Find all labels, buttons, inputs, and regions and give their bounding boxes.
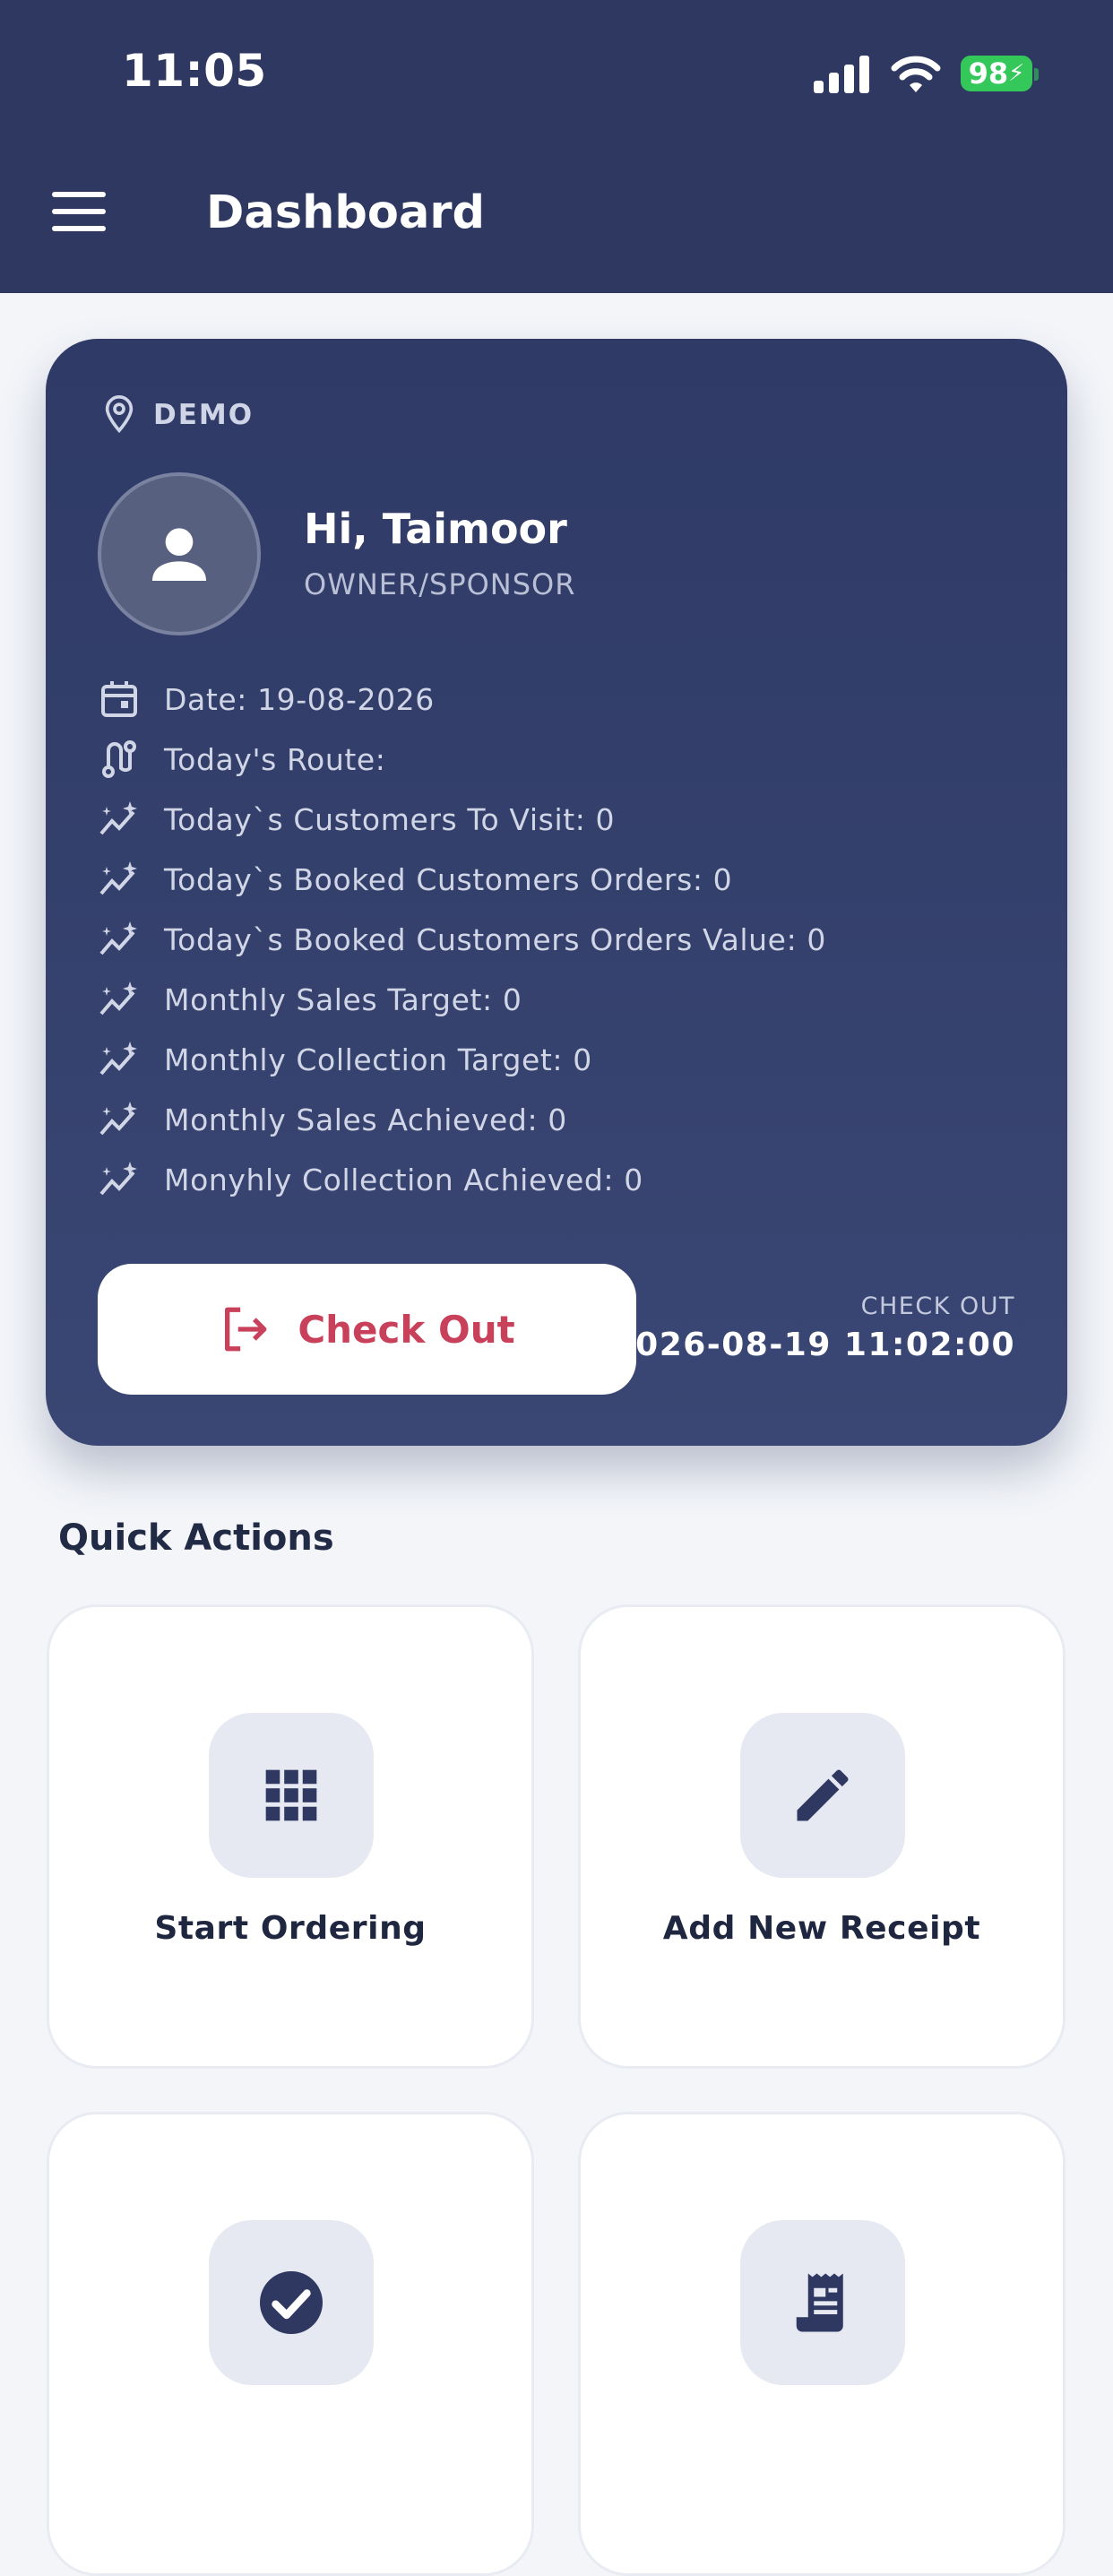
check-out-time: 2026-08-19 11:02:00: [611, 1327, 1015, 1363]
info-row-booked-orders-value: Today`s Booked Customers Orders Value: 0: [98, 912, 826, 966]
info-text: Today`s Booked Customers Orders Value: 0: [164, 921, 826, 957]
check-out-button[interactable]: Check Out: [98, 1264, 636, 1395]
user-role: OWNER/SPONSOR: [304, 567, 576, 601]
location-label: DEMO: [153, 399, 255, 431]
info-row-customers-to-visit: Today`s Customers To Visit: 0: [98, 792, 615, 846]
pencil-icon: [797, 1769, 849, 1821]
hamburger-menu-icon[interactable]: [52, 192, 108, 231]
check-tile[interactable]: [47, 2112, 534, 2576]
add-new-receipt-tile[interactable]: Add New Receipt: [578, 1604, 1066, 2069]
battery-level: 98: [968, 56, 1009, 91]
sparkle-trend-icon: [99, 1162, 137, 1196]
sparkle-trend-icon: [99, 981, 137, 1016]
sparkle-trend-icon: [99, 1102, 137, 1136]
battery-charging-icon: 98 ⚡: [961, 56, 1032, 91]
info-text: Date: 19-08-2026: [164, 681, 435, 717]
tile-icon-box: [740, 2220, 905, 2385]
info-text: Today's Route:: [164, 741, 386, 777]
wifi-icon: [891, 56, 941, 92]
check-out-label: Check Out: [298, 1307, 515, 1352]
check-out-caption: CHECK OUT: [860, 1292, 1015, 1320]
user-greeting: Hi, Taimoor: [304, 505, 567, 553]
receipt-tile[interactable]: [578, 2112, 1066, 2576]
info-text: Today`s Booked Customers Orders: 0: [164, 861, 733, 897]
sparkle-trend-icon: [99, 1042, 137, 1076]
info-row-route: Today's Route:: [98, 732, 386, 786]
info-row-monthly-sales-target: Monthly Sales Target: 0: [98, 972, 522, 1026]
info-row-monthly-collection-target: Monthly Collection Target: 0: [98, 1033, 592, 1086]
quick-actions-title: Quick Actions: [58, 1517, 334, 1559]
tile-icon-box: [209, 2220, 374, 2385]
info-text: Monyhly Collection Achieved: 0: [164, 1162, 643, 1197]
signal-icon: [814, 56, 869, 93]
info-row-monthly-collection-achieved: Monyhly Collection Achieved: 0: [98, 1153, 643, 1206]
sparkle-trend-icon: [99, 921, 137, 955]
grid-apps-icon: [265, 1769, 317, 1821]
app-header: 11:05 98 ⚡ Dashboard: [0, 0, 1113, 293]
tile-icon-box: [740, 1713, 905, 1878]
logout-icon: [225, 1307, 267, 1352]
receipt-icon: [796, 2273, 843, 2332]
tile-label: Add New Receipt: [662, 1910, 981, 1947]
start-ordering-tile[interactable]: Start Ordering: [47, 1604, 534, 2069]
status-time: 11:05: [122, 45, 267, 97]
profile-card: DEMO Hi, Taimoor OWNER/SPONSOR Date: 19-…: [46, 339, 1067, 1446]
check-circle-icon: [260, 2271, 323, 2334]
info-text: Monthly Collection Target: 0: [164, 1042, 592, 1077]
person-icon: [152, 528, 206, 581]
route-icon: [102, 740, 136, 778]
info-row-monthly-sales-achieved: Monthly Sales Achieved: 0: [98, 1093, 567, 1146]
sparkle-trend-icon: [99, 861, 137, 895]
info-row-booked-orders: Today`s Booked Customers Orders: 0: [98, 852, 732, 906]
info-text: Monthly Sales Target: 0: [164, 981, 522, 1017]
location-pin-icon: [105, 395, 134, 434]
calendar-icon: [101, 681, 137, 717]
battery-cap: [1034, 68, 1039, 81]
sparkle-trend-icon: [99, 801, 137, 835]
avatar[interactable]: [98, 472, 261, 635]
page-title: Dashboard: [206, 186, 486, 239]
info-text: Today`s Customers To Visit: 0: [164, 801, 616, 837]
tile-icon-box: [209, 1713, 374, 1878]
tile-label: Start Ordering: [154, 1910, 427, 1947]
info-text: Monthly Sales Achieved: 0: [164, 1102, 567, 1137]
info-row-date: Date: 19-08-2026: [98, 672, 435, 726]
